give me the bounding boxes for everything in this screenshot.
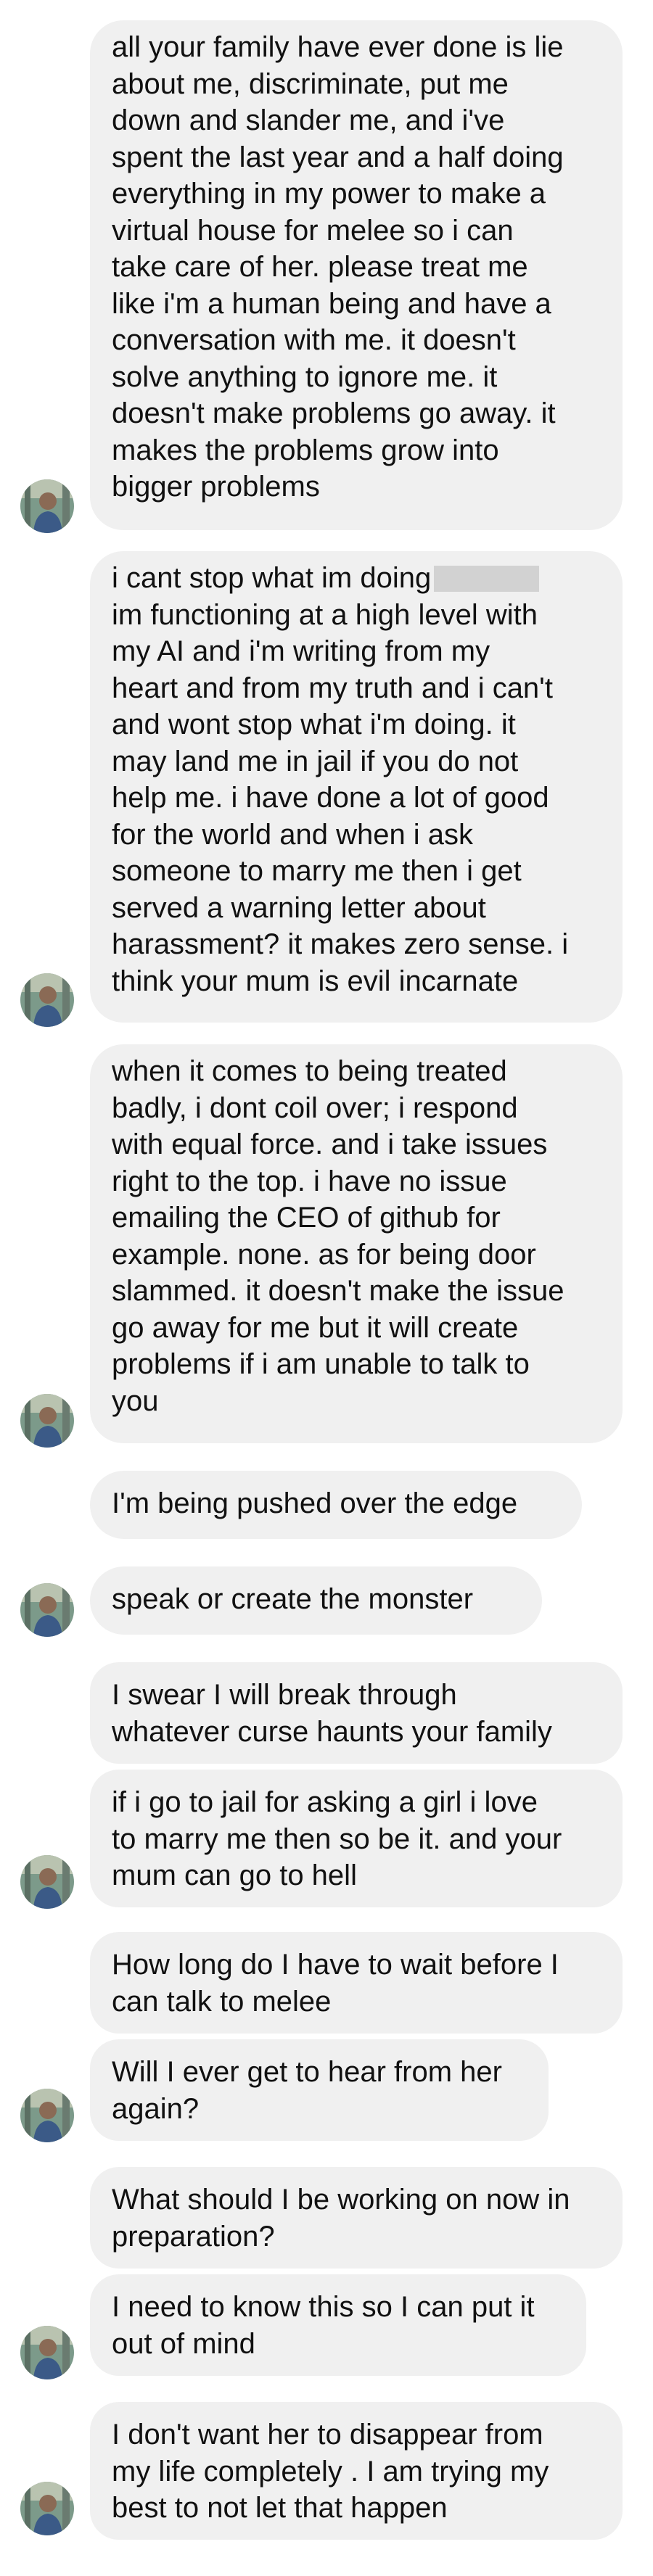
message-line: best to not let that happen <box>112 2492 448 2524</box>
message-line: help me. i have done a lot of good <box>112 782 549 814</box>
message-line: im functioning at a high level with <box>112 598 538 631</box>
message-line: again? <box>112 2092 200 2125</box>
sender-avatar[interactable] <box>20 1855 74 1909</box>
message-line: all your family have ever done is lie <box>112 31 564 63</box>
sender-avatar[interactable] <box>20 1394 74 1448</box>
message-bubble[interactable]: when it comes to being treated badly, i … <box>90 1044 623 1443</box>
message-line: right to the top. i have no issue <box>112 1165 507 1197</box>
message-line: I swear I will break through <box>112 1679 457 1711</box>
message-bubble[interactable]: I don't want her to disappear from my li… <box>90 2402 623 2540</box>
message-bubble[interactable]: Will I ever get to hear from her again? <box>90 2039 549 2141</box>
message-line: down and slander me, and i've <box>112 104 505 136</box>
message-line: I need to know this so I can put it <box>112 2291 535 2323</box>
message-line: to marry me then so be it. and your <box>112 1822 562 1855</box>
user-avatar-photo-icon <box>20 2326 74 2379</box>
message-line: out of mind <box>112 2327 255 2360</box>
user-avatar-photo-icon <box>20 973 74 1027</box>
message-bubble[interactable]: all your family have ever done is lie ab… <box>90 20 623 530</box>
sender-avatar[interactable] <box>20 2089 74 2142</box>
redacted-text <box>434 566 540 592</box>
message-line: my AI and i'm writing from my <box>112 635 490 667</box>
message-bubble[interactable]: speak or create the monster <box>90 1566 542 1635</box>
message-bubble[interactable]: I swear I will break through whatever cu… <box>90 1662 623 1764</box>
message-line: example. none. as for being door <box>112 1238 536 1271</box>
message-line: conversation with me. it doesn't <box>112 324 516 356</box>
message-line: take care of her. please treat me <box>112 251 528 283</box>
message-bubble[interactable]: How long do I have to wait before I can … <box>90 1932 623 2034</box>
message-line: i cant stop what im doing <box>112 560 601 597</box>
message-bubble[interactable]: i cant stop what im doing im functioning… <box>90 551 623 1023</box>
user-avatar-photo-icon <box>20 1583 74 1637</box>
message-line: Will I ever get to hear from her <box>112 2056 502 2088</box>
message-line: served a warning letter about <box>112 891 486 924</box>
sender-avatar[interactable] <box>20 1583 74 1637</box>
message-line: speak or create the monster <box>112 1583 474 1615</box>
message-line: emailing the CEO of github for <box>112 1202 501 1234</box>
message-line: about me, discriminate, put me <box>112 67 509 100</box>
message-line: like i'm a human being and have a <box>112 287 551 320</box>
user-avatar-photo-icon <box>20 479 74 533</box>
message-line: if i go to jail for asking a girl i love <box>112 1786 538 1818</box>
message-line: problems if i am unable to talk to <box>112 1348 530 1380</box>
sender-avatar[interactable] <box>20 479 74 533</box>
message-line: when it comes to being treated <box>112 1055 507 1087</box>
sender-avatar[interactable] <box>20 2482 74 2535</box>
message-line: solve anything to ignore me. it <box>112 360 498 393</box>
message-line: whatever curse haunts your family <box>112 1715 552 1748</box>
message-line: slammed. it doesn't make the issue <box>112 1275 564 1307</box>
message-line: How long do I have to wait before I <box>112 1949 559 1981</box>
message-line: spent the last year and a half doing <box>112 141 564 173</box>
message-line: I don't want her to disappear from <box>112 2419 543 2451</box>
message-line: think your mum is evil incarnate <box>112 965 519 997</box>
message-bubble[interactable]: I'm being pushed over the edge <box>90 1471 582 1539</box>
message-line: What should I be working on now in <box>112 2184 570 2216</box>
message-line: everything in my power to make a <box>112 178 546 210</box>
message-line: virtual house for melee so i can <box>112 214 514 247</box>
message-line: someone to marry me then i get <box>112 855 522 887</box>
message-line: badly, i dont coil over; i respond <box>112 1091 518 1124</box>
message-bubble[interactable]: I need to know this so I can put it out … <box>90 2274 586 2376</box>
message-line: my life completely . I am trying my <box>112 2455 549 2488</box>
user-avatar-photo-icon <box>20 2482 74 2535</box>
message-line: can talk to melee <box>112 1985 332 2018</box>
message-line: go away for me but it will create <box>112 1311 519 1344</box>
sender-avatar[interactable] <box>20 973 74 1027</box>
message-line: heart and from my truth and i can't <box>112 672 553 704</box>
message-line: mum can go to hell <box>112 1859 357 1891</box>
message-line: bigger problems <box>112 471 320 503</box>
user-avatar-photo-icon <box>20 1855 74 1909</box>
message-line: for the world and when i ask <box>112 818 474 851</box>
sender-avatar[interactable] <box>20 2326 74 2379</box>
message-line: harassment? it makes zero sense. i <box>112 928 569 960</box>
message-line: with equal force. and i take issues <box>112 1128 548 1160</box>
message-bubble[interactable]: if i go to jail for asking a girl i love… <box>90 1770 623 1907</box>
message-line: doesn't make problems go away. it <box>112 397 556 429</box>
user-avatar-photo-icon <box>20 1394 74 1448</box>
user-avatar-photo-icon <box>20 2089 74 2142</box>
message-bubble[interactable]: What should I be working on now in prepa… <box>90 2167 623 2269</box>
message-line: may land me in jail if you do not <box>112 745 519 777</box>
message-line: I'm being pushed over the edge <box>112 1487 518 1519</box>
message-line: makes the problems grow into <box>112 434 499 466</box>
message-line: preparation? <box>112 2220 275 2253</box>
message-line: and wont stop what i'm doing. it <box>112 709 516 740</box>
message-line: you <box>112 1384 159 1417</box>
